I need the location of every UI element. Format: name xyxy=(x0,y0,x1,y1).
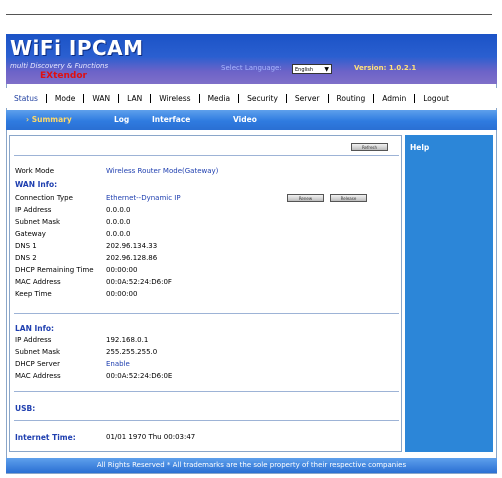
lan-row-label: DHCP Server xyxy=(15,360,60,368)
wan-row-value: 00:0A:52:24:D6:0F xyxy=(106,278,172,286)
wan-row-value: 202.96.128.86 xyxy=(106,254,158,262)
nav-security[interactable]: Security xyxy=(239,93,287,103)
refresh-button[interactable]: Refresh xyxy=(351,143,388,151)
wan-row-value: 00:00:00 xyxy=(106,290,138,298)
language-select-value: English xyxy=(295,67,314,73)
wan-row-value: 0.0.0.0 xyxy=(106,206,131,214)
wan-row-label: Gateway xyxy=(15,230,46,238)
wan-row-value: 0.0.0.0 xyxy=(106,230,131,238)
wan-row-label: Connection Type xyxy=(15,194,73,202)
internet-time-value: 01/01 1970 Thu 00:03:47 xyxy=(106,433,196,441)
renew-button[interactable]: Renew xyxy=(287,194,324,202)
nav-wireless[interactable]: Wireless xyxy=(151,93,200,103)
nav-server[interactable]: Server xyxy=(287,93,329,103)
lan-row-value: Enable xyxy=(106,360,130,368)
wan-row-label: MAC Address xyxy=(15,278,61,286)
main-nav: Status Mode WAN LAN Wireless Media Secur… xyxy=(6,88,497,108)
help-title: Help xyxy=(410,143,430,152)
nav-logout[interactable]: Logout xyxy=(415,94,457,103)
subnav-log[interactable]: Log xyxy=(114,115,129,124)
nav-wan[interactable]: WAN xyxy=(84,93,120,103)
wan-info-title: WAN Info: xyxy=(15,180,58,189)
wan-row-label: IP Address xyxy=(15,206,52,214)
nav-status[interactable]: Status xyxy=(6,93,47,103)
nav-mode[interactable]: Mode xyxy=(47,93,85,103)
wan-row-label: DNS 1 xyxy=(15,242,37,250)
lan-row-label: Subnet Mask xyxy=(15,348,61,356)
wan-row-value: 0.0.0.0 xyxy=(106,218,131,226)
firmware-version: Version: 1.0.2.1 xyxy=(354,64,417,72)
language-select[interactable]: English ▼ xyxy=(292,64,332,74)
lan-info-title: LAN Info: xyxy=(15,324,55,333)
subnav-summary[interactable]: › Summary xyxy=(26,115,72,124)
language-label: Select Language: xyxy=(221,64,282,72)
product-slogan: multi Discovery & Functions xyxy=(10,62,109,70)
divider xyxy=(14,155,399,156)
usb-title: USB: xyxy=(15,404,36,413)
divider xyxy=(14,420,399,421)
help-panel: Help xyxy=(405,135,493,452)
work-mode-value: Wireless Router Mode(Gateway) xyxy=(106,167,219,175)
lan-row-value: 255.255.255.0 xyxy=(106,348,158,356)
nav-admin[interactable]: Admin xyxy=(374,93,416,103)
wan-row-label: DNS 2 xyxy=(15,254,37,262)
divider xyxy=(14,391,399,392)
subnav-interface[interactable]: Interface xyxy=(152,115,190,124)
header-banner: WiFi IPCAM multi Discovery & Functions E… xyxy=(6,34,497,84)
lan-row-label: MAC Address xyxy=(15,372,61,380)
product-subtitle: EXtendor xyxy=(40,71,87,81)
product-logo: WiFi IPCAM xyxy=(10,36,144,60)
nav-routing[interactable]: Routing xyxy=(329,93,375,103)
top-divider xyxy=(6,14,492,15)
work-mode-label: Work Mode xyxy=(15,167,55,175)
wan-row-value: Ethernet--Dynamic IP xyxy=(106,194,181,202)
lan-row-value: 192.168.0.1 xyxy=(106,336,149,344)
chevron-down-icon: ▼ xyxy=(324,66,329,73)
subnav-video[interactable]: Video xyxy=(233,115,257,124)
divider xyxy=(14,313,399,314)
wan-row-label: DHCP Remaining Time xyxy=(15,266,94,274)
wan-row-value: 00:00:00 xyxy=(106,266,138,274)
footer: All Rights Reserved * All trademarks are… xyxy=(6,458,497,473)
wan-row-value: 202.96.134.33 xyxy=(106,242,158,250)
internet-time-label: Internet Time: xyxy=(15,433,76,442)
sub-nav: › Summary Log Interface Video xyxy=(6,110,497,130)
nav-media[interactable]: Media xyxy=(200,93,240,103)
release-button[interactable]: Release xyxy=(330,194,367,202)
lan-row-label: IP Address xyxy=(15,336,52,344)
wan-row-label: Keep Time xyxy=(15,290,52,298)
summary-panel: Refresh Work Mode Wireless Router Mode(G… xyxy=(9,135,402,452)
nav-lan[interactable]: LAN xyxy=(119,93,152,103)
wan-row-label: Subnet Mask xyxy=(15,218,61,226)
lan-row-value: 00:0A:52:24:D6:0E xyxy=(106,372,173,380)
